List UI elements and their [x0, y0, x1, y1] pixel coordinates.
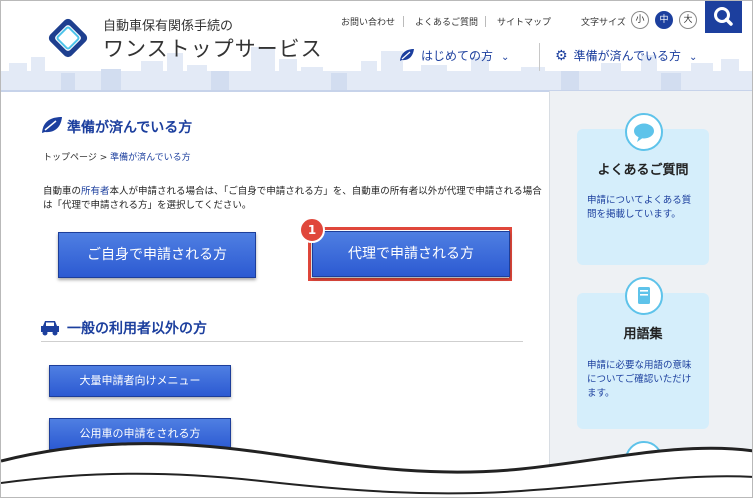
breadcrumb-home[interactable]: トップページ: [43, 153, 97, 163]
util-link-faq[interactable]: よくあるご質問: [415, 15, 478, 28]
breadcrumb-current: 準備が済んでいる方: [110, 153, 191, 163]
site-name-line1: 自動車保有関係手続の: [103, 19, 234, 34]
book-icon: [638, 287, 650, 304]
leaf-icon: [42, 117, 62, 133]
instruction-text-part2: 本人が申請される場合は、「ご自身で申請される方」を、自動車の所有者以外が代理で申…: [43, 186, 542, 211]
leaf-icon: [400, 49, 414, 61]
chevron-down-icon: ⌄: [501, 52, 510, 63]
bulk-applicant-menu-button[interactable]: 大量申請者向けメニュー: [49, 365, 231, 397]
site-header: 自動車保有関係手続の ワンストップサービス お問い合わせ よくあるご質問 サイト…: [1, 1, 752, 92]
glossary-title[interactable]: 用語集: [577, 323, 709, 342]
speech-bubble-icon: [634, 123, 654, 142]
font-size-label: 文字サイズ: [581, 18, 626, 28]
search-button[interactable]: [705, 1, 742, 33]
util-link-sitemap[interactable]: サイトマップ: [497, 15, 551, 28]
util-separator: [403, 16, 404, 27]
font-size-medium-button[interactable]: 中: [655, 11, 673, 29]
section-divider: [41, 341, 523, 342]
util-separator: [485, 16, 486, 27]
font-size-large-button[interactable]: 大: [679, 11, 697, 29]
browser-frame: 自動車保有関係手続の ワンストップサービス お問い合わせ よくあるご質問 サイト…: [0, 0, 753, 498]
owner-link[interactable]: 所有者: [81, 186, 110, 197]
breadcrumb-separator: >: [96, 153, 111, 163]
faq-title[interactable]: よくあるご質問: [577, 159, 709, 178]
nav-prepared-label: 準備が済んでいる方: [573, 49, 681, 63]
site-logo-icon[interactable]: [43, 13, 93, 63]
search-icon: [714, 7, 733, 26]
instruction-text: 自動車の所有者本人が申請される場合は、「ご自身で申請される方」を、自動車の所有者…: [43, 185, 543, 213]
step-number-badge: 1: [299, 217, 325, 243]
instruction-text-part1: 自動車の: [43, 186, 82, 197]
glossary-description: 申請に必要な用語の意味についてご確認いただけます。: [587, 360, 692, 399]
chevron-down-icon: ⌄: [688, 52, 698, 63]
nav-prepared[interactable]: ⚙ 準備が済んでいる方 ⌄: [555, 47, 697, 64]
self-apply-button[interactable]: ご自身で申請される方: [58, 232, 256, 278]
nav-first-time[interactable]: はじめての方 ⌄: [399, 47, 509, 64]
section-title-non-general: 一般の利用者以外の方: [67, 321, 207, 337]
car-icon: [41, 321, 59, 336]
font-size-small-button[interactable]: 小: [631, 11, 649, 29]
breadcrumb: トップページ > 準備が済んでいる方: [43, 150, 191, 163]
site-name-line2: ワンストップサービス: [103, 37, 323, 61]
torn-edge-decoration: [1, 442, 752, 497]
nav-first-time-label: はじめての方: [421, 49, 494, 63]
glossary-icon: [625, 277, 663, 315]
util-link-contact[interactable]: お問い合わせ: [341, 15, 395, 28]
proxy-apply-button[interactable]: 代理で申請される方: [312, 231, 510, 277]
gear-icon: ⚙: [555, 48, 568, 64]
page-title: 準備が済んでいる方: [67, 120, 193, 136]
nav-divider: [539, 43, 540, 71]
faq-icon: [625, 113, 663, 151]
faq-description: 申請についてよくある質問を掲載しています。: [587, 195, 692, 220]
